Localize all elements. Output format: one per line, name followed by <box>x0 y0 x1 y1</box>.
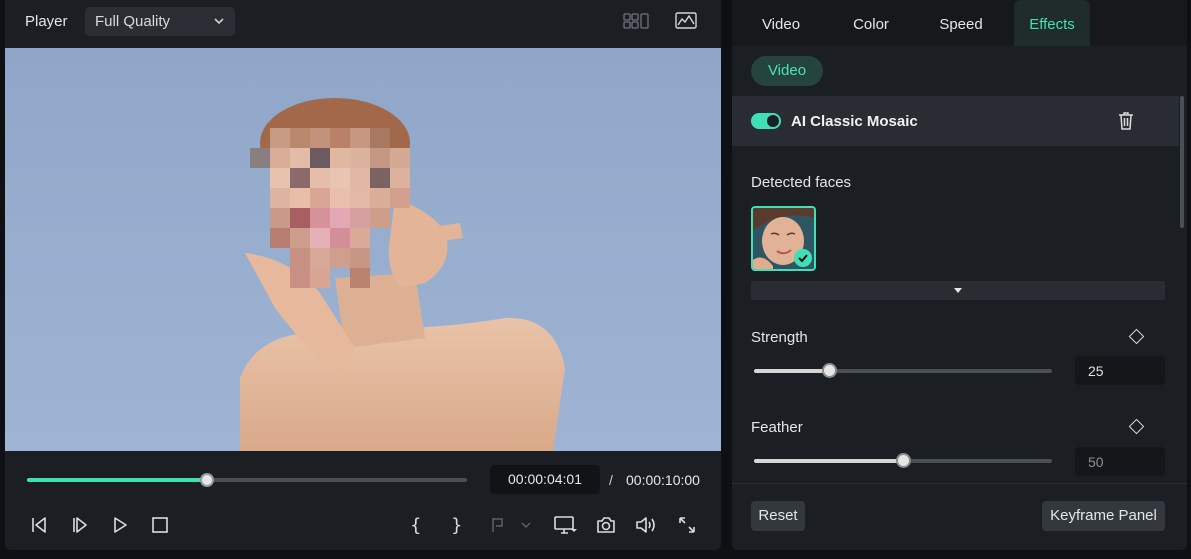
mark-out-button[interactable]: } <box>444 513 468 537</box>
properties-panel: Video Color Speed Effects Video AI Class… <box>732 0 1187 550</box>
quality-select[interactable]: Full Quality <box>85 7 235 36</box>
snapshot-marker-dropdown[interactable] <box>485 513 535 537</box>
play-icon <box>114 517 127 533</box>
preview-frame-image <box>240 98 565 451</box>
effect-header: AI Classic Mosaic <box>732 96 1179 146</box>
strength-slider-fill <box>754 369 829 373</box>
total-duration: 00:00:10:00 <box>626 472 700 488</box>
effect-name: AI Classic Mosaic <box>791 113 918 130</box>
display-settings-button[interactable] <box>553 513 577 537</box>
player-title: Player <box>25 13 68 30</box>
detected-faces-label: Detected faces <box>751 174 852 191</box>
property-tabs: Video Color Speed Effects <box>732 0 1187 46</box>
previous-frame-icon <box>32 517 46 533</box>
tab-effects[interactable]: Effects <box>1014 0 1090 46</box>
player-header: Player Full Quality <box>5 0 721 48</box>
faces-expand-toggle[interactable] <box>751 281 1165 300</box>
app-window: Player Full Quality 00:00:04:01 / 00:00:… <box>0 0 1191 559</box>
player-panel: Player Full Quality 00:00:04:01 / 00:00:… <box>5 0 721 550</box>
strength-slider[interactable] <box>754 363 1052 378</box>
snapshot-marker-icon <box>492 518 531 532</box>
keyframe-panel-button[interactable]: Keyframe Panel <box>1042 501 1165 531</box>
mark-in-button[interactable]: { <box>403 513 427 537</box>
video-preview[interactable] <box>5 48 721 451</box>
display-icon <box>554 516 577 534</box>
trash-icon[interactable] <box>1116 110 1136 132</box>
tab-speed[interactable]: Speed <box>918 0 1004 46</box>
compare-view-icon[interactable] <box>622 10 650 32</box>
panel-footer: Reset Keyframe Panel <box>732 483 1187 550</box>
image-scope-icon[interactable] <box>674 10 698 32</box>
volume-button[interactable] <box>634 513 658 537</box>
mark-in-icon: { <box>410 515 421 536</box>
check-icon <box>798 254 808 263</box>
current-time-field[interactable]: 00:00:04:01 <box>490 465 600 494</box>
tab-video[interactable]: Video <box>738 0 824 46</box>
time-separator: / <box>609 472 613 488</box>
strength-slider-handle[interactable] <box>822 363 837 378</box>
stop-button[interactable] <box>148 513 172 537</box>
svg-text:}: } <box>451 515 462 536</box>
quality-select-value: Full Quality <box>95 13 171 30</box>
camera-icon <box>597 517 615 533</box>
previous-frame-button[interactable] <box>27 513 51 537</box>
strength-label: Strength <box>751 329 808 346</box>
effect-enable-toggle[interactable] <box>751 113 781 129</box>
play-button[interactable] <box>108 513 132 537</box>
timeline-playhead[interactable] <box>200 473 214 487</box>
subtab-video[interactable]: Video <box>751 56 823 86</box>
mark-out-icon: } <box>451 515 462 536</box>
feather-slider-fill <box>754 459 903 463</box>
fullscreen-icon <box>679 517 695 533</box>
feather-keyframe-icon[interactable] <box>1128 418 1145 435</box>
face-selected-check <box>794 249 812 267</box>
feather-slider-handle[interactable] <box>896 453 911 468</box>
playback-timeline[interactable] <box>27 473 467 487</box>
strength-keyframe-icon[interactable] <box>1128 328 1145 345</box>
fullscreen-button[interactable] <box>675 513 699 537</box>
feather-slider[interactable] <box>754 453 1052 468</box>
stop-icon <box>152 517 168 533</box>
svg-text:{: { <box>410 515 421 536</box>
strength-value-field[interactable]: 25 <box>1075 356 1165 385</box>
next-frame-button[interactable] <box>68 513 92 537</box>
reset-button[interactable]: Reset <box>751 501 805 531</box>
chevron-down-icon <box>214 18 224 25</box>
volume-icon <box>636 517 655 533</box>
panel-scrollbar[interactable] <box>1180 96 1184 228</box>
snapshot-button[interactable] <box>594 513 618 537</box>
timeline-progress <box>27 478 207 482</box>
feather-value-field[interactable]: 50 <box>1075 447 1165 476</box>
feather-label: Feather <box>751 419 803 436</box>
detected-face-thumbnail[interactable] <box>751 206 816 271</box>
caret-down-icon <box>954 288 962 293</box>
tab-color[interactable]: Color <box>828 0 914 46</box>
next-frame-icon <box>73 517 87 533</box>
